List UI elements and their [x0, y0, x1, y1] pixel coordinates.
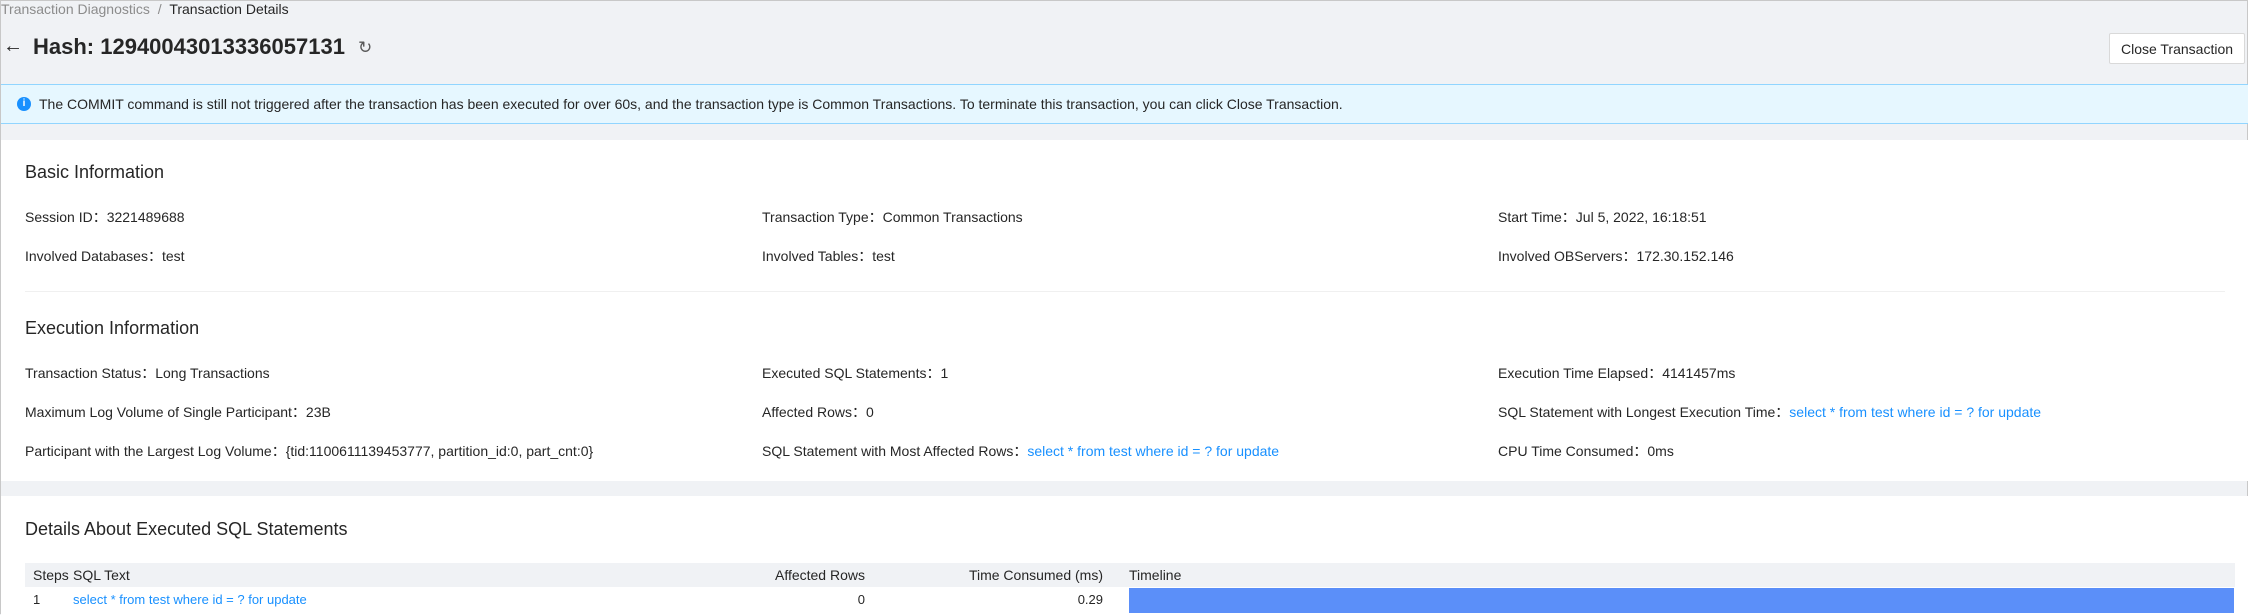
info-icon: i — [17, 97, 31, 111]
col-timeline: Timeline — [1129, 567, 1182, 583]
field-basic-0: Session ID：3221489688 — [25, 207, 185, 227]
field-label: Transaction Type： — [762, 209, 883, 225]
page-title: Hash: 12940043013336057131 — [33, 34, 345, 59]
sql-link[interactable]: select * from test where id = ? for upda… — [1789, 404, 2041, 420]
field-value: Jul 5, 2022, 16:18:51 — [1575, 209, 1707, 225]
breadcrumb: Transaction Diagnostics / Transaction De… — [1, 1, 289, 17]
field-label: Execution Time Elapsed： — [1498, 365, 1663, 381]
divider — [25, 291, 2225, 292]
refresh-icon[interactable]: ↻ — [358, 38, 372, 58]
close-transaction-button[interactable]: Close Transaction — [2109, 33, 2245, 64]
field-value: 3221489688 — [106, 209, 185, 225]
breadcrumb-separator: / — [157, 1, 162, 17]
col-sql-text: SQL Text — [73, 567, 130, 583]
field-label: Participant with the Largest Log Volume： — [25, 443, 286, 459]
field-label: Involved Tables： — [762, 248, 873, 264]
field-label: Involved Databases： — [25, 248, 162, 264]
row-step: 1 — [33, 592, 41, 607]
col-time-consumed: Time Consumed (ms) — [968, 567, 1103, 583]
field-basic-2: Start Time：Jul 5, 2022, 16:18:51 — [1498, 207, 1707, 227]
field-execution-2: Execution Time Elapsed：4141457ms — [1498, 363, 1735, 383]
row-time: 0.29 — [1077, 592, 1103, 607]
sql-details-title: Details About Executed SQL Statements — [25, 519, 348, 539]
breadcrumb-current: Transaction Details — [169, 1, 289, 17]
field-execution-8: CPU Time Consumed：0ms — [1498, 441, 1674, 461]
field-label: Session ID： — [25, 209, 107, 225]
field-value: 172.30.152.146 — [1636, 248, 1734, 264]
field-label: SQL Statement with Longest Execution Tim… — [1498, 404, 1790, 420]
field-label: CPU Time Consumed： — [1498, 443, 1648, 459]
field-label: Maximum Log Volume of Single Participant… — [25, 404, 306, 420]
field-value: 4141457ms — [1662, 365, 1736, 381]
field-label: Start Time： — [1498, 209, 1576, 225]
timeline-bar — [1129, 588, 2234, 613]
back-arrow-icon[interactable]: ← — [3, 35, 23, 58]
field-value: Long Transactions — [155, 365, 270, 381]
field-label: Involved OBServers： — [1498, 248, 1637, 264]
col-steps: Steps — [33, 567, 69, 583]
basic-info-title: Basic Information — [25, 162, 165, 182]
field-execution-6: Participant with the Largest Log Volume：… — [25, 441, 593, 461]
sql-link[interactable]: select * from test where id = ? for upda… — [1027, 443, 1279, 459]
field-basic-4: Involved Tables：test — [762, 246, 895, 266]
field-basic-3: Involved Databases：test — [25, 246, 185, 266]
field-label: Affected Rows： — [762, 404, 867, 420]
alert-text: The COMMIT command is still not triggere… — [39, 96, 1343, 112]
field-value: 0ms — [1647, 443, 1674, 459]
field-label: Transaction Status： — [25, 365, 156, 381]
field-label: Executed SQL Statements： — [762, 365, 941, 381]
breadcrumb-parent[interactable]: Transaction Diagnostics — [1, 1, 150, 17]
info-alert: i The COMMIT command is still not trigge… — [1, 84, 2248, 124]
field-value: 0 — [866, 404, 874, 420]
field-value: Common Transactions — [882, 209, 1023, 225]
field-execution-3: Maximum Log Volume of Single Participant… — [25, 402, 331, 422]
field-execution-5: SQL Statement with Longest Execution Tim… — [1498, 402, 2041, 422]
field-execution-1: Executed SQL Statements：1 — [762, 363, 948, 383]
field-label: SQL Statement with Most Affected Rows： — [762, 443, 1028, 459]
field-value: {tid:1100611139453777, partition_id:0, p… — [285, 443, 594, 459]
field-execution-0: Transaction Status：Long Transactions — [25, 363, 270, 383]
field-value: test — [872, 248, 895, 264]
info-card — [1, 140, 2248, 481]
col-affected-rows: Affected Rows — [774, 567, 865, 583]
row-affected: 0 — [857, 592, 865, 607]
field-value: test — [161, 248, 185, 264]
field-basic-1: Transaction Type：Common Transactions — [762, 207, 1023, 227]
field-execution-4: Affected Rows：0 — [762, 402, 874, 422]
execution-info-title: Execution Information — [25, 318, 200, 338]
row-sql-link[interactable]: select * from test where id = ? for upda… — [73, 588, 307, 612]
field-value: 1 — [940, 365, 949, 381]
field-execution-7: SQL Statement with Most Affected Rows：se… — [762, 441, 1279, 461]
field-value: 23B — [305, 404, 331, 420]
field-basic-5: Involved OBServers：172.30.152.146 — [1498, 246, 1734, 266]
